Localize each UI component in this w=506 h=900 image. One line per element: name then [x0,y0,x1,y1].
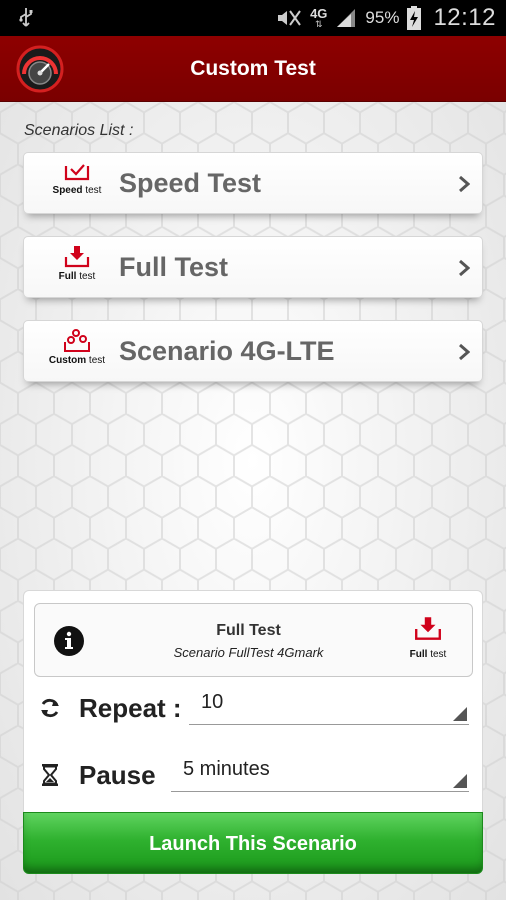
selected-scenario-subtitle: Scenario FullTest 4Gmark [173,645,324,660]
dropdown-arrow-icon [453,707,467,721]
repeat-row: Repeat : 10 [24,683,484,733]
scenario-title: Speed Test [119,168,262,198]
network-type: 4G [310,5,328,21]
hourglass-icon [42,764,58,786]
chevron-right-icon [459,343,470,361]
battery-percent: 95% [365,8,400,27]
selected-scenario-icon: Full test [402,616,454,666]
download-tray-icon [415,617,441,640]
battery-charging-icon [407,6,422,30]
network-indicator: 4G ⇅ [310,5,328,29]
page-title: Custom Test [190,57,316,80]
caption-rest: test [82,185,102,196]
caption-rest: test [76,271,96,282]
scenario-title: Full Test [119,252,229,282]
pause-label: Pause [79,760,156,790]
caption-rest: test [427,649,447,660]
scenario-icon: Custom test [46,329,108,375]
scenario-card-speed-test[interactable]: Speed test Speed Test [23,152,483,214]
caption-rest: test [86,355,106,366]
scenario-icon: Full test [46,245,108,291]
repeat-value: 10 [201,691,224,713]
chevron-right-icon [459,175,470,193]
caption-bold: Speed [52,185,83,196]
repeat-select[interactable]: 10 [189,689,469,725]
scenario-title: Scenario 4G-LTE [119,336,335,366]
chevron-right-icon [459,259,470,277]
pause-select[interactable]: 5 minutes [171,756,469,792]
pause-row: Pause 5 minutes [24,750,484,800]
dropdown-arrow-icon [453,774,467,788]
mute-icon [278,10,301,26]
signal-icon [337,9,356,27]
speed-test-icon [64,164,90,181]
app-header: Custom Test [0,36,506,102]
repeat-label: Repeat : [79,693,182,723]
launch-scenario-button[interactable]: Launch This Scenario [23,812,483,874]
download-tray-icon [64,246,90,268]
info-icon[interactable] [53,625,85,657]
caption-bold: Full [409,649,428,660]
scenarios-list-label: Scenarios List : [24,122,134,139]
scenario-card-full-test[interactable]: Full test Full Test [23,236,483,298]
selected-scenario-info: Full Test Scenario FullTest 4Gmark Full … [34,603,473,677]
status-bar: 4G ⇅ 95% 12:12 [0,0,506,36]
clock: 12:12 [433,4,496,31]
usb-icon [19,8,33,27]
refresh-icon [41,698,59,718]
selected-scenario-title: Full Test [216,622,281,639]
scenario-icon: Speed test [46,161,108,207]
pause-value: 5 minutes [183,758,270,780]
scenario-card-4g-lte[interactable]: Custom test Scenario 4G-LTE [23,320,483,382]
custom-test-icon [64,329,90,352]
caption-bold: Full [58,271,77,282]
caption-bold: Custom [48,355,87,366]
